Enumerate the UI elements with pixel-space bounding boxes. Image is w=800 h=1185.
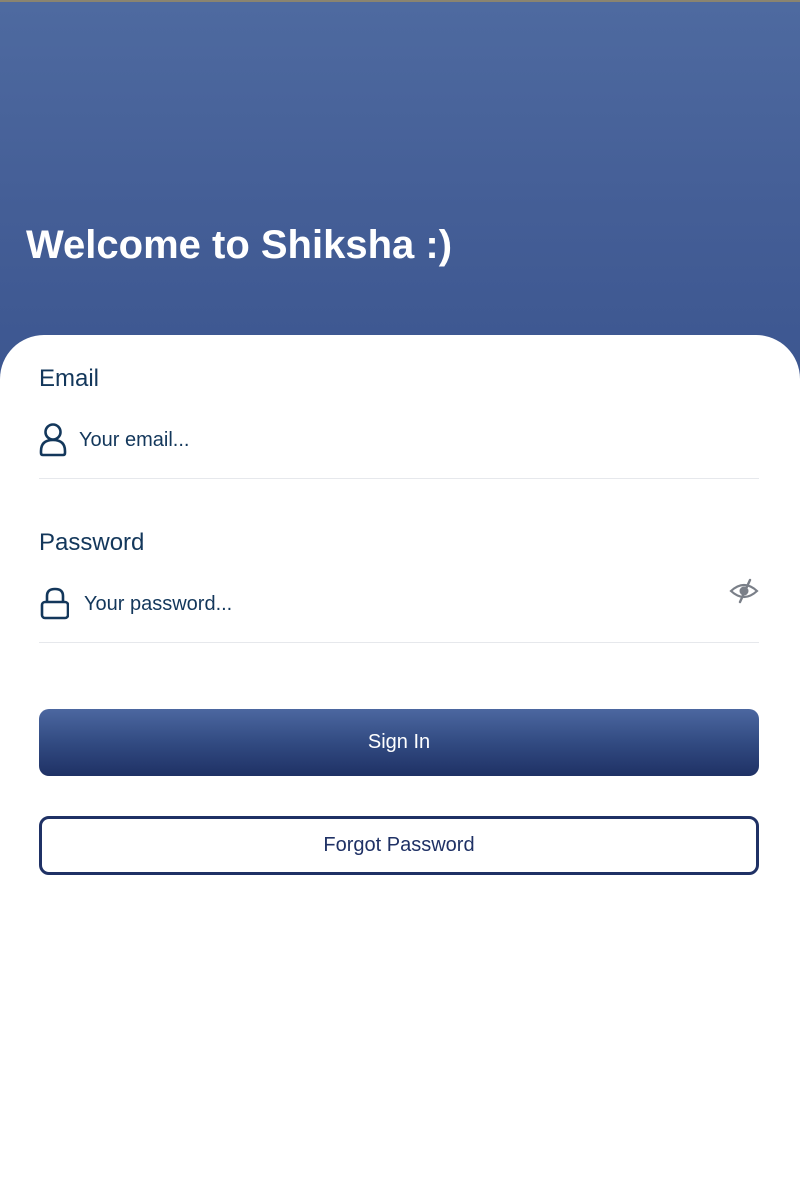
eye-slash-icon[interactable] <box>729 578 759 604</box>
password-input[interactable] <box>84 586 684 622</box>
user-icon <box>39 423 67 457</box>
password-field <box>39 578 759 643</box>
login-screen: Welcome to Shiksha :) Email Password Sig… <box>0 0 800 1185</box>
email-field <box>39 422 759 479</box>
lock-icon <box>40 587 69 620</box>
email-label: Email <box>39 365 100 392</box>
sign-in-button[interactable]: Sign In <box>39 709 759 776</box>
header-banner: Welcome to Shiksha :) <box>0 0 800 380</box>
forgot-password-button[interactable]: Forgot Password <box>39 816 759 875</box>
email-input[interactable] <box>79 422 679 458</box>
welcome-title: Welcome to Shiksha :) <box>26 223 453 267</box>
password-label: Password <box>39 529 145 556</box>
